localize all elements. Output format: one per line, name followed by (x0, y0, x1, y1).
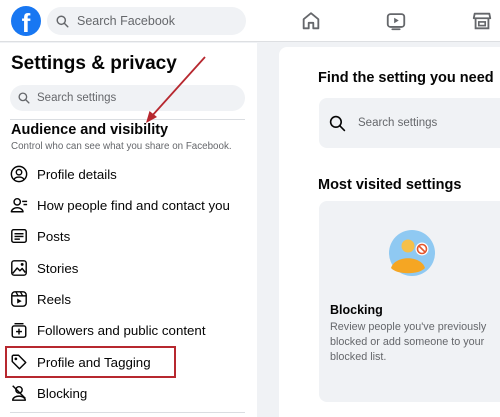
sidebar-item-label: Profile details (37, 166, 117, 182)
reels-icon (11, 291, 27, 307)
sidebar-item-label: Stories (37, 260, 79, 276)
top-navigation-bar: f Search Facebook (0, 0, 500, 42)
find-contact-icon (10, 197, 28, 213)
sidebar-item-find-contact[interactable]: How people find and contact you (8, 191, 248, 219)
sidebar-item-label: Followers and public content (37, 322, 206, 338)
sidebar-item-label: How people find and contact you (37, 197, 230, 213)
sidebar-item-label: Blocking (37, 385, 88, 401)
home-icon[interactable] (300, 10, 322, 32)
section-subtitle: Control who can see what you share on Fa… (11, 141, 232, 152)
sidebar-search-placeholder: Search settings (37, 92, 117, 104)
most-visited-title: Most visited settings (318, 177, 462, 193)
sidebar-item-posts[interactable]: Posts (8, 222, 248, 250)
blocking-icon (11, 385, 27, 401)
main-search-placeholder: Search settings (358, 117, 438, 129)
profile-details-icon (10, 165, 28, 183)
posts-icon (11, 228, 27, 244)
sidebar-divider (10, 412, 245, 413)
facebook-search-input[interactable]: Search Facebook (47, 7, 246, 35)
sidebar-item-profile-details[interactable]: Profile details (8, 160, 248, 188)
annotation-highlight-box (5, 346, 176, 378)
card-title: Blocking (330, 303, 383, 317)
find-setting-title: Find the setting you need (318, 70, 494, 86)
sidebar-item-reels[interactable]: Reels (8, 285, 248, 313)
search-icon (329, 115, 346, 131)
sidebar-item-label: Reels (37, 291, 71, 307)
sidebar-item-blocking[interactable]: Blocking (8, 379, 248, 407)
sidebar-item-stories[interactable]: Stories (8, 254, 248, 282)
section-title: Audience and visibility (11, 122, 169, 138)
marketplace-icon[interactable] (471, 10, 493, 32)
sidebar-item-label: Posts (37, 228, 71, 244)
sidebar-search-input[interactable]: Search settings (10, 85, 245, 111)
facebook-search-placeholder: Search Facebook (77, 14, 175, 28)
blocking-illustration-icon (389, 230, 435, 276)
main-search-input[interactable]: Search settings (319, 98, 500, 148)
search-icon (56, 14, 69, 28)
page-title: Settings & privacy (11, 53, 177, 74)
facebook-logo[interactable]: f (11, 6, 41, 36)
watch-icon[interactable] (385, 10, 407, 32)
search-icon (18, 92, 30, 104)
sidebar-item-followers[interactable]: Followers and public content (8, 316, 248, 344)
sidebar-divider (10, 119, 245, 120)
card-description: Review people you've previously blocked … (330, 321, 487, 363)
stories-icon (11, 260, 27, 276)
followers-icon (11, 322, 27, 338)
